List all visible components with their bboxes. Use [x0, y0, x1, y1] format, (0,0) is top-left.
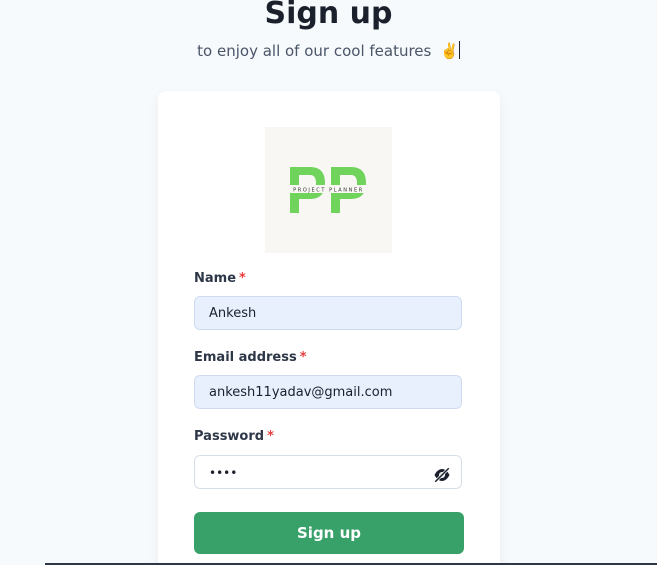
required-mark: * — [299, 350, 307, 365]
email-input[interactable]: ankesh11yadav@gmail.com — [194, 375, 462, 409]
signup-button[interactable]: Sign up — [194, 512, 464, 554]
password-label: Password * — [194, 429, 274, 445]
password-label-text: Password — [194, 429, 265, 444]
email-label: Email address * — [194, 350, 307, 366]
text-caret — [458, 41, 460, 59]
victory-hand-emoji: ✌️ — [440, 42, 459, 60]
eye-slash-icon[interactable] — [433, 464, 451, 483]
email-label-text: Email address — [194, 350, 297, 365]
page-title: Sign up — [264, 0, 393, 31]
subtitle-text: to enjoy all of our cool features — [197, 42, 432, 60]
name-label: Name * — [194, 271, 246, 287]
logo-tagline: PROJECT PLANNER — [293, 188, 364, 194]
project-planner-logo: PROJECT PLANNER — [265, 127, 392, 253]
required-mark: * — [239, 271, 246, 286]
password-input[interactable]: •••• — [194, 455, 462, 489]
name-input[interactable]: Ankesh — [194, 296, 462, 330]
required-mark: * — [267, 429, 274, 444]
page-subtitle: to enjoy all of our cool features ✌️ — [0, 40, 657, 62]
signup-page: Sign up to enjoy all of our cool feature… — [0, 0, 657, 565]
name-label-text: Name — [194, 271, 237, 286]
signup-card: PROJECT PLANNER Name * Ankesh Email addre… — [158, 91, 500, 565]
password-value: •••• — [209, 466, 238, 480]
